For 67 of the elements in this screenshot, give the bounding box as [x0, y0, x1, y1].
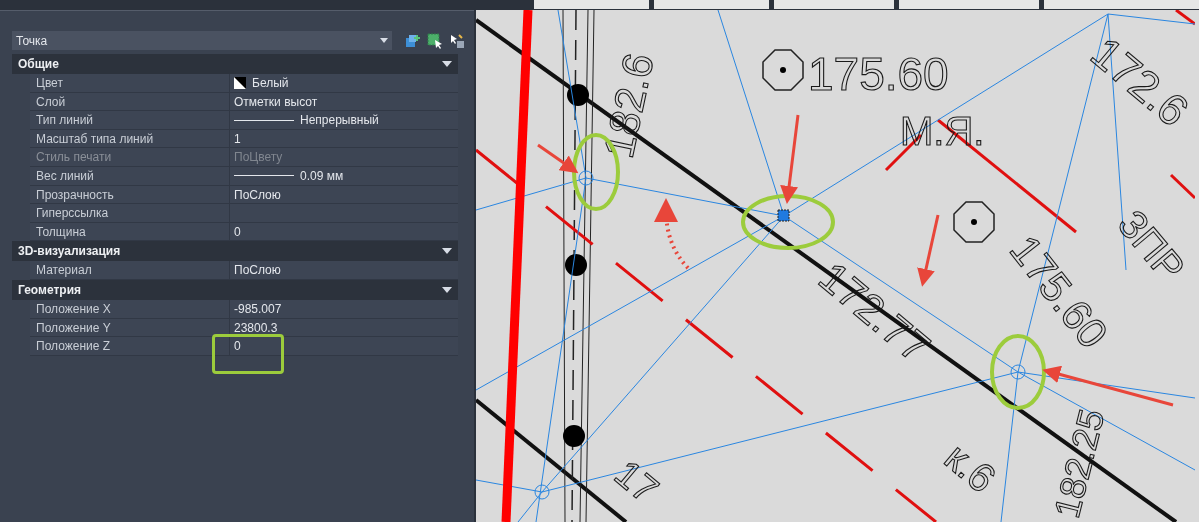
property-label: Прозрачность	[30, 185, 230, 204]
point-marker-icon	[534, 484, 550, 500]
boundary-line	[1175, 10, 1195, 26]
dropdown-caret-icon[interactable]	[380, 38, 388, 43]
property-value[interactable]: Непрерывный	[300, 111, 379, 130]
elevation-label: 17	[606, 451, 667, 512]
property-label: Материал	[30, 261, 230, 280]
toolbar-field[interactable]	[654, 0, 769, 9]
property-label: Масштаб типа линий	[30, 129, 230, 148]
section-header[interactable]: Геометрия	[12, 279, 458, 300]
property-value[interactable]: 1	[234, 129, 241, 148]
point-marker-icon	[578, 170, 594, 186]
point-marker-icon	[1010, 364, 1026, 380]
property-value[interactable]: 0	[234, 337, 241, 356]
property-label: Толщина	[30, 222, 230, 241]
property-value[interactable]: ПоСлою	[234, 261, 281, 280]
property-value[interactable]: 0.09 мм	[300, 166, 344, 185]
property-label: Положение Y	[30, 318, 230, 337]
property-value[interactable]: 0	[234, 222, 241, 241]
toolbar-field[interactable]	[774, 0, 894, 9]
caret-icon[interactable]	[442, 61, 452, 67]
section-header[interactable]: 3D-визуализация	[12, 241, 458, 262]
property-row[interactable]: Материал ПоСлою	[30, 261, 458, 280]
elevation-mark-icon	[953, 201, 995, 243]
boundary-line	[1169, 173, 1195, 200]
pole-marker	[563, 425, 585, 447]
pole-marker	[567, 84, 589, 106]
dotted-arrow-annotation	[654, 198, 690, 270]
property-label: Тип линий	[30, 111, 230, 130]
toolbar-field[interactable]	[899, 0, 1039, 9]
elevation-label: 182.25	[1046, 405, 1113, 522]
select-objects-icon[interactable]	[426, 31, 444, 50]
section-header[interactable]: Общие	[12, 54, 458, 74]
property-label: Положение Z	[30, 337, 230, 356]
color-swatch-icon	[234, 77, 246, 89]
property-row[interactable]: Положение Z 0	[30, 337, 458, 356]
property-value[interactable]: 23800.3	[234, 318, 278, 337]
toolbar-field[interactable]	[534, 0, 649, 9]
elevation-mark-icon	[762, 49, 804, 91]
elevation-label: к.6	[936, 434, 1005, 501]
property-row[interactable]: Тип линий Непрерывный	[30, 111, 458, 130]
property-row[interactable]: Гиперссылка	[30, 204, 458, 223]
caret-icon[interactable]	[442, 286, 452, 293]
elevation-label: 182.6	[594, 49, 663, 162]
line-sample-icon	[234, 118, 294, 122]
property-value[interactable]: -985.007	[234, 299, 282, 318]
property-row[interactable]: Цвет Белый	[30, 74, 458, 93]
caret-icon[interactable]	[442, 248, 452, 255]
property-label: Гиперссылка	[30, 204, 230, 223]
property-label: Цвет	[30, 74, 230, 92]
property-label: Стиль печати	[30, 148, 230, 167]
selected-point-icon	[777, 209, 790, 222]
property-value[interactable]: Отметки высот	[234, 92, 318, 111]
property-value[interactable]: Белый	[252, 74, 289, 92]
property-label: Положение X	[30, 299, 230, 318]
object-type-dropdown[interactable]: Точка	[12, 31, 392, 50]
property-label: Вес линий	[30, 166, 230, 185]
arrow-annotation	[537, 143, 579, 174]
quick-select-icon[interactable]	[448, 31, 466, 50]
property-value[interactable]: ПоСлою	[234, 185, 281, 204]
elevation-label: 3ПР	[1109, 201, 1194, 290]
pole-marker	[565, 254, 587, 276]
toolbar-field[interactable]	[1044, 0, 1199, 9]
property-label: Слой	[30, 92, 230, 111]
highlight-frame	[212, 334, 284, 374]
elevation-label: 175.60	[808, 48, 949, 100]
line-sample-icon	[234, 174, 294, 178]
